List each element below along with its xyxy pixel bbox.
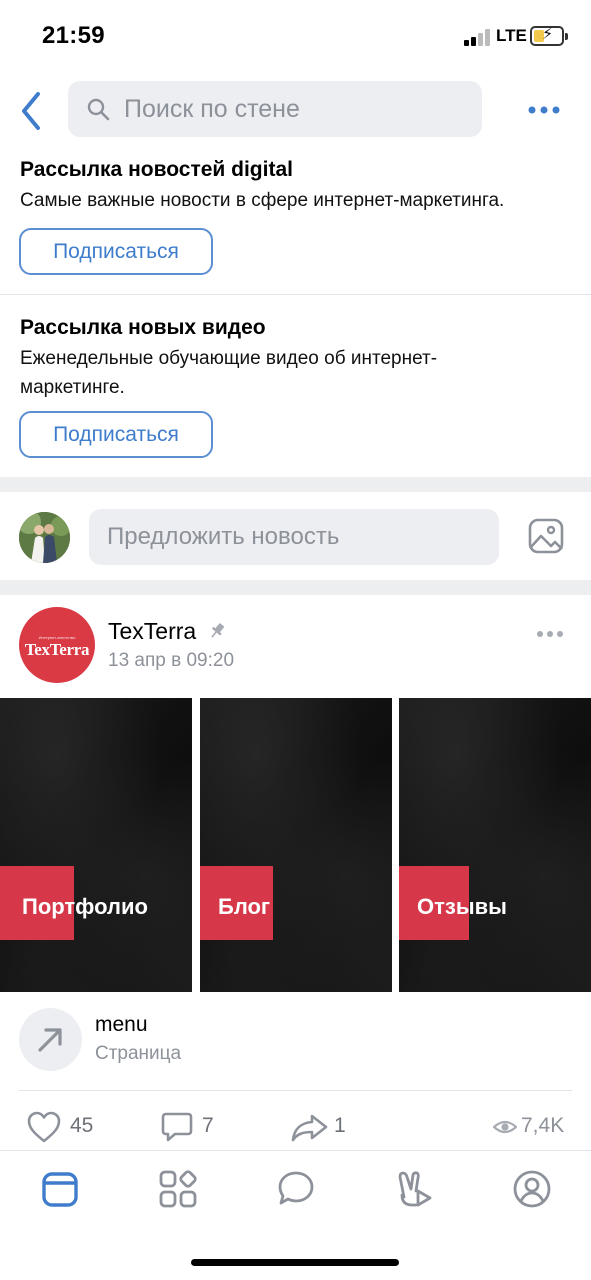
- battery-charging-icon: ⚡: [530, 26, 568, 46]
- suggest-news-field[interactable]: Предложить новость: [89, 509, 499, 565]
- shares-count: 1: [334, 1114, 346, 1137]
- news-feed-icon[interactable]: [40, 1169, 80, 1209]
- wall-search[interactable]: [68, 81, 482, 137]
- profile-icon[interactable]: [512, 1169, 552, 1209]
- gallery-photo-reviews[interactable]: Отзывы: [399, 698, 591, 992]
- gallery-photo-blog[interactable]: Блог: [200, 698, 392, 992]
- network-type: LTE: [496, 26, 527, 45]
- newsletter-title: Рассылка новых видео: [20, 316, 266, 339]
- comment-button[interactable]: 7: [160, 1108, 220, 1146]
- post-author[interactable]: TexTerra: [108, 618, 196, 645]
- photo-icon[interactable]: [527, 517, 565, 555]
- newsletter-description: Самые важные новости в сфере интернет-ма…: [20, 190, 505, 211]
- post-date: 13 апр в 09:20: [108, 650, 235, 671]
- subscribe-video-button[interactable]: Подписаться: [19, 411, 213, 458]
- divider: [19, 1090, 572, 1091]
- services-grid-icon[interactable]: [158, 1169, 198, 1209]
- photo-label: Портфолио: [22, 894, 148, 919]
- pin-icon: [211, 623, 225, 638]
- views-count: 7,4K: [521, 1114, 565, 1137]
- messages-icon[interactable]: [276, 1169, 316, 1209]
- back-arrow-icon[interactable]: [14, 86, 50, 136]
- comments-count: 7: [202, 1114, 214, 1137]
- likes-count: 45: [70, 1114, 94, 1137]
- status-time: 21:59: [42, 22, 105, 49]
- comment-icon: [161, 1112, 193, 1142]
- signal-strength-icon: [464, 28, 492, 46]
- divider: [0, 294, 591, 295]
- user-avatar[interactable]: [19, 512, 70, 563]
- newsletter-description: Еженедельные обучающие видео об интернет…: [20, 348, 438, 398]
- more-options-icon[interactable]: [524, 100, 564, 120]
- photo-label: Отзывы: [417, 894, 507, 919]
- gallery-photo-portfolio[interactable]: Портфолио: [0, 698, 192, 992]
- link-subtitle: Страница: [95, 1043, 182, 1064]
- clips-icon[interactable]: [394, 1169, 434, 1209]
- newsletter-title: Рассылка новостей digital: [20, 158, 293, 181]
- share-button[interactable]: 1: [290, 1108, 350, 1146]
- post-gallery: Портфолио Блог Отзывы: [0, 698, 591, 992]
- eye-icon: [493, 1120, 517, 1134]
- newsletter-digital: Рассылка новостей digital Самые важные н…: [20, 158, 580, 215]
- link-arrow-icon[interactable]: [19, 1008, 82, 1071]
- subscribe-digital-button[interactable]: Подписаться: [19, 228, 213, 275]
- post-more-icon[interactable]: [536, 627, 564, 641]
- like-button[interactable]: 45: [26, 1108, 106, 1146]
- section-separator: [0, 477, 591, 492]
- search-input[interactable]: [124, 91, 464, 127]
- section-separator: [0, 580, 591, 595]
- status-bar: 21:59 LTE ⚡: [0, 0, 591, 70]
- photo-label: Блог: [218, 894, 271, 919]
- home-indicator[interactable]: [191, 1259, 399, 1266]
- wall-header: [0, 72, 591, 152]
- newsletter-video: Рассылка новых видео Еженедельные обучаю…: [20, 316, 520, 402]
- heart-icon: [27, 1111, 61, 1143]
- search-icon: [87, 98, 110, 121]
- link-title[interactable]: menu: [95, 1013, 148, 1037]
- texterra-logo-avatar[interactable]: Интернет-агентство TexTerra: [19, 607, 95, 683]
- share-arrow-icon: [291, 1114, 328, 1142]
